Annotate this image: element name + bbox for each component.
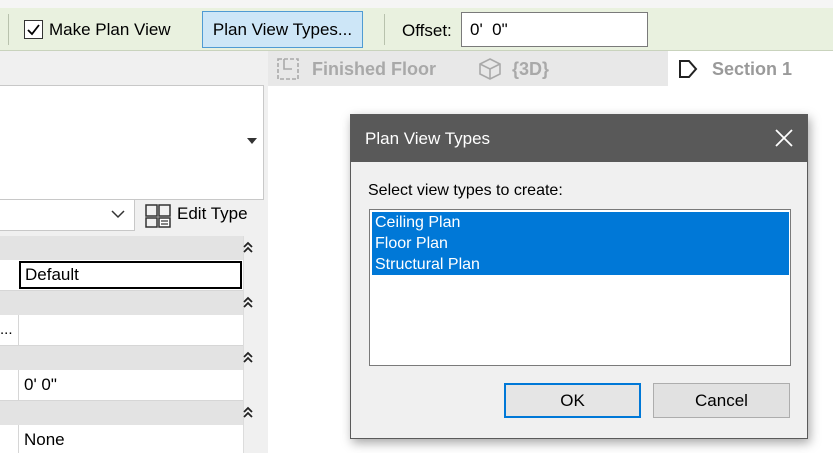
dialog-titlebar[interactable]: Plan View Types bbox=[351, 115, 807, 162]
close-icon[interactable] bbox=[771, 125, 797, 151]
property-group-header[interactable] bbox=[0, 291, 264, 315]
view-types-listbox[interactable]: Ceiling Plan Floor Plan Structural Plan bbox=[369, 209, 791, 366]
cancel-button[interactable]: Cancel bbox=[653, 383, 790, 418]
tab-label: Finished Floor bbox=[312, 59, 436, 79]
list-item-structural-plan[interactable]: Structural Plan bbox=[372, 254, 789, 275]
property-group-header[interactable] bbox=[0, 346, 264, 370]
tab-label: Section 1 bbox=[712, 59, 793, 79]
plan-view-types-button[interactable]: Plan View Types... bbox=[202, 11, 363, 48]
tab-section-1[interactable]: Section 1 bbox=[668, 51, 833, 86]
property-value-empty[interactable] bbox=[18, 315, 264, 346]
tab-3d[interactable]: {3D} bbox=[478, 56, 568, 82]
property-row: 0' 0" bbox=[0, 370, 264, 401]
property-value-default[interactable]: Default bbox=[19, 261, 242, 289]
list-item-floor-plan[interactable]: Floor Plan bbox=[372, 233, 789, 254]
property-group-header[interactable] bbox=[0, 401, 264, 425]
offset-label: Offset: bbox=[402, 21, 452, 40]
collapse-icon[interactable] bbox=[241, 350, 255, 364]
property-row: ... bbox=[0, 315, 264, 346]
property-row: None bbox=[0, 425, 264, 453]
3d-view-icon bbox=[479, 58, 501, 80]
collapse-icon[interactable] bbox=[241, 405, 255, 419]
tab-finished-floor[interactable]: Finished Floor bbox=[276, 56, 466, 82]
properties-scrollbar[interactable] bbox=[243, 236, 264, 453]
list-item-ceiling-plan[interactable]: Ceiling Plan bbox=[372, 212, 789, 233]
dialog-title: Plan View Types bbox=[365, 129, 491, 148]
property-group-header[interactable] bbox=[0, 236, 264, 260]
edit-type-label[interactable]: Edit Type bbox=[177, 204, 248, 224]
collapse-icon[interactable] bbox=[241, 295, 255, 309]
offset-input[interactable] bbox=[461, 12, 648, 47]
plan-view-types-dialog: Plan View Types Select view types to cre… bbox=[350, 114, 808, 439]
collapse-icon[interactable] bbox=[241, 240, 255, 254]
type-preview[interactable] bbox=[0, 85, 264, 200]
property-value-none[interactable]: None bbox=[18, 425, 264, 453]
checkmark-icon bbox=[27, 24, 40, 36]
ok-button[interactable]: OK bbox=[504, 383, 641, 418]
property-name-truncated: ... bbox=[0, 321, 13, 338]
ribbon-strip bbox=[0, 0, 833, 8]
property-row: Default bbox=[0, 260, 264, 291]
section-view-icon bbox=[679, 60, 698, 78]
dropdown-arrow-icon[interactable] bbox=[247, 138, 257, 144]
chevron-down-icon[interactable] bbox=[110, 208, 126, 220]
edit-type-icon bbox=[145, 204, 171, 228]
toolbar-separator bbox=[8, 14, 9, 45]
dialog-prompt: Select view types to create: bbox=[368, 182, 563, 199]
make-plan-view-label[interactable]: Make Plan View bbox=[49, 20, 171, 40]
make-plan-view-checkbox[interactable] bbox=[24, 20, 43, 39]
floor-plan-icon bbox=[277, 58, 299, 80]
property-value-offset[interactable]: 0' 0" bbox=[18, 370, 264, 401]
tab-label: {3D} bbox=[512, 59, 550, 79]
toolbar-separator bbox=[384, 14, 385, 45]
